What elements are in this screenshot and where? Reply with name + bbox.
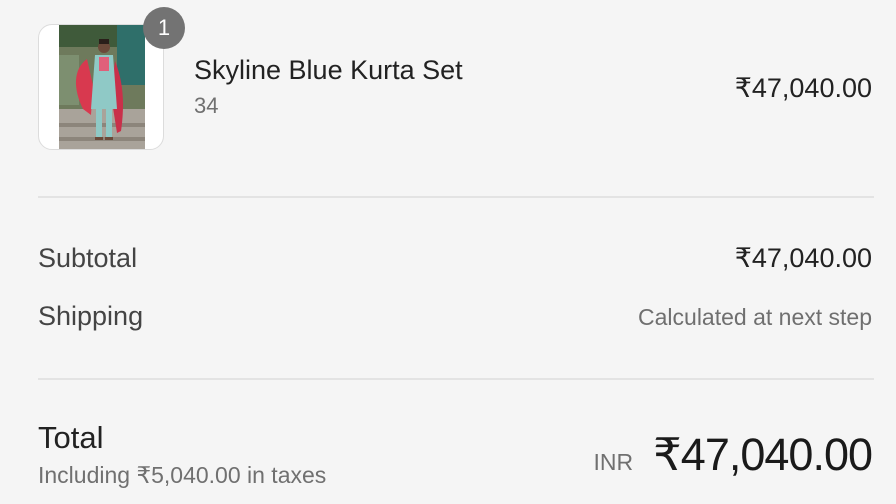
product-photo-icon: [59, 25, 145, 149]
divider: [38, 196, 874, 198]
subtotal-value: ₹47,040.00: [734, 243, 872, 273]
shipping-value: Calculated at next step: [638, 304, 872, 330]
product-name: Skyline Blue Kurta Set: [194, 55, 463, 85]
subtotal-label: Subtotal: [38, 243, 138, 273]
total-value: ₹47,040.00: [653, 429, 873, 480]
product-variant: 34: [194, 93, 219, 118]
divider: [38, 378, 874, 380]
currency-code: INR: [593, 449, 634, 475]
product-price: ₹47,040.00: [734, 73, 872, 103]
order-summary: 1 Skyline Blue Kurta Set 34 ₹47,040.00 S…: [0, 0, 896, 504]
shipping-label: Shipping: [38, 301, 144, 331]
product-image: [38, 24, 164, 150]
total-label: Total: [38, 420, 104, 455]
product-thumbnail: 1: [38, 7, 185, 150]
quantity-badge: 1: [143, 7, 185, 49]
tax-note: Including ₹5,040.00 in taxes: [38, 462, 327, 488]
total-amount: INR ₹47,040.00: [593, 428, 873, 482]
